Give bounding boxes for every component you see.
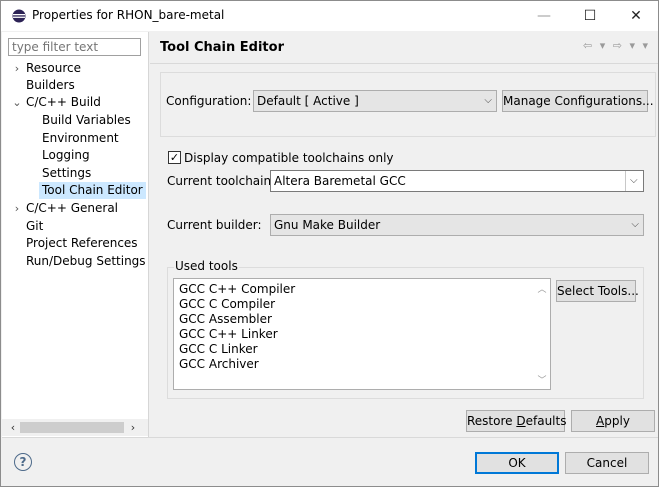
current-toolchain-select[interactable]: Altera Baremetal GCC ⌵ <box>270 170 644 192</box>
restore-mnemonic: D <box>516 414 526 428</box>
chevron-up-icon[interactable]: ︿ <box>534 282 550 295</box>
ok-button[interactable]: OK <box>475 452 559 474</box>
tree-item-settings[interactable]: Settings <box>42 165 91 182</box>
minimize-button[interactable]: — <box>521 1 567 31</box>
eclipse-icon <box>12 9 26 23</box>
page-header: Tool Chain Editor ⇦ ▾ ⇨ ▾ ▾ <box>150 32 658 62</box>
tree-item-resource[interactable]: Resource <box>26 60 81 77</box>
select-tools-button[interactable]: Select Tools... <box>556 280 639 302</box>
tree-item-git[interactable]: Git <box>26 218 43 235</box>
expand-resource-toggle[interactable]: › <box>12 60 22 77</box>
display-compatible-checkbox[interactable]: ✓ <box>168 151 181 164</box>
footer-divider <box>2 437 658 438</box>
cancel-button[interactable]: Cancel <box>565 452 649 474</box>
expand-cpp-general-toggle[interactable]: › <box>12 200 22 217</box>
display-compatible-label: Display compatible toolchains only <box>184 151 394 165</box>
page-title: Tool Chain Editor <box>160 40 284 55</box>
list-item[interactable]: GCC C++ Linker <box>179 327 278 342</box>
list-item[interactable]: GCC Assembler <box>179 312 272 327</box>
tree-item-cpp-build[interactable]: C/C++ Build <box>26 94 101 111</box>
apply-button[interactable]: Apply <box>571 410 655 432</box>
restore-defaults-button[interactable]: Restore Defaults <box>466 410 567 432</box>
tools-vertical-scrollbar[interactable]: ︿ ﹀ <box>534 279 550 389</box>
properties-dialog: Properties for RHON_bare-metal — ☐ ✕ › R… <box>0 0 659 487</box>
tree-item-builders[interactable]: Builders <box>26 77 75 94</box>
chevron-down-icon: ⌵ <box>631 219 639 230</box>
current-toolchain-label: Current toolchain: <box>167 174 276 188</box>
tree-item-run-debug-settings[interactable]: Run/Debug Settings <box>26 253 146 270</box>
tree-item-logging[interactable]: Logging <box>42 147 90 164</box>
close-button[interactable]: ✕ <box>613 1 659 31</box>
title-bar: Properties for RHON_bare-metal — ☐ ✕ <box>1 1 658 31</box>
tree-item-cpp-general[interactable]: C/C++ General <box>26 200 118 217</box>
manage-configurations-button[interactable]: Manage Configurations... <box>502 90 654 112</box>
used-tools-legend: Used tools <box>174 259 239 273</box>
current-builder-label: Current builder: <box>167 218 262 232</box>
used-tools-list[interactable]: GCC C++ Compiler GCC C Compiler GCC Asse… <box>173 278 551 390</box>
configuration-value: Default [ Active ] <box>257 94 359 108</box>
help-icon[interactable]: ? <box>14 453 32 471</box>
checkmark-icon: ✓ <box>169 151 180 164</box>
restore-label-suffix: efaults <box>525 414 567 428</box>
filter-input[interactable] <box>8 38 141 56</box>
history-nav-icon[interactable]: ⇦ ▾ ⇨ ▾ ▾ <box>583 39 650 52</box>
scroll-left-icon[interactable]: ‹ <box>6 419 20 436</box>
list-item[interactable]: GCC C++ Compiler <box>179 282 295 297</box>
window-title: Properties for RHON_bare-metal <box>32 8 225 22</box>
list-item[interactable]: GCC C Linker <box>179 342 258 357</box>
tree-item-project-references[interactable]: Project References <box>26 235 138 252</box>
configuration-select[interactable]: Default [ Active ] ⌵ <box>253 90 497 112</box>
header-divider <box>150 63 658 64</box>
scroll-right-icon[interactable]: › <box>126 419 140 436</box>
property-tree: › Resource Builders ⌄ C/C++ Build Build … <box>2 32 149 437</box>
restore-label-prefix: Restore <box>467 414 517 428</box>
current-toolchain-value: Altera Baremetal GCC <box>274 174 406 188</box>
configuration-label: Configuration: <box>166 94 252 108</box>
list-item[interactable]: GCC Archiver <box>179 357 259 372</box>
chevron-down-icon: ⌵ <box>625 171 643 191</box>
tree-item-tool-chain-editor[interactable]: Tool Chain Editor <box>39 182 146 199</box>
apply-label-suffix: pply <box>604 414 630 428</box>
tree-horizontal-scrollbar[interactable]: ‹ › <box>2 419 148 436</box>
chevron-down-icon: ⌵ <box>484 95 492 106</box>
tree-item-environment[interactable]: Environment <box>42 130 119 147</box>
current-builder-select[interactable]: Gnu Make Builder ⌵ <box>270 214 644 236</box>
maximize-button[interactable]: ☐ <box>567 1 613 31</box>
chevron-down-icon[interactable]: ﹀ <box>534 373 550 386</box>
tree-item-build-variables[interactable]: Build Variables <box>42 112 131 129</box>
scrollbar-thumb[interactable] <box>20 422 124 433</box>
list-item[interactable]: GCC C Compiler <box>179 297 275 312</box>
current-builder-value: Gnu Make Builder <box>274 218 381 232</box>
collapse-cpp-build-toggle[interactable]: ⌄ <box>12 94 22 111</box>
